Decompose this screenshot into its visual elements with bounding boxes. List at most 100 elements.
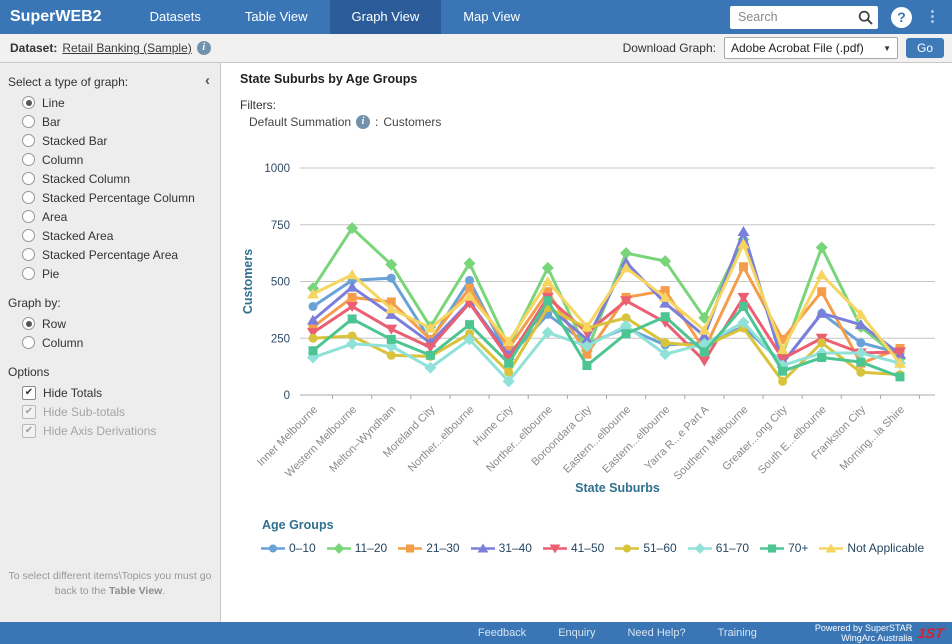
graph-by-option-column[interactable]: Column [0,333,220,352]
x-axis-title: State Suburbs [575,481,660,495]
graph-type-option-stacked-percentage-column[interactable]: Stacked Percentage Column [0,188,220,207]
footer-links: Feedback Enquiry Need Help? Training [478,627,757,639]
option-hide-axis-derivations: ✔ Hide Axis Derivations [0,421,220,440]
legend-label: 11–20 [355,541,387,555]
powered-by-line1: Powered by SuperSTAR [815,623,912,633]
data-point [817,338,826,347]
radio-icon [22,248,35,261]
radio-icon [22,153,35,166]
tab-map-view[interactable]: Map View [441,0,542,34]
data-point [896,372,905,381]
download-controls: Download Graph: Adobe Acrobat File (.pdf… [623,34,944,62]
legend-item-70+: 70+ [760,541,808,555]
legend-item-0-10: 0–10 [261,541,316,555]
data-point [348,314,357,323]
search-icon[interactable] [858,10,873,25]
x-category-label: Southern Melbourne [672,404,751,483]
collapse-sidebar-icon[interactable]: ‹ [205,73,210,88]
option-label: Line [42,96,65,110]
footer-link-need-help[interactable]: Need Help? [627,627,685,639]
data-point [739,302,748,311]
data-point [269,544,277,552]
search-input[interactable] [730,10,878,24]
legend-item-31-40: 31–40 [471,541,532,555]
option-label: Bar [42,115,61,129]
data-point [768,544,776,552]
data-point [816,241,828,253]
checkbox-icon: ✔ [22,424,36,438]
filter-name: Default Summation [249,115,351,129]
graph-type-option-pie[interactable]: Pie [0,264,220,283]
graph-type-option-stacked-percentage-area[interactable]: Stacked Percentage Area [0,245,220,264]
sidebar: Select a type of graph: ‹ Line Bar Stacked… [0,63,221,622]
option-label: Pie [42,267,59,281]
filter-value: Customers [383,115,441,129]
footer-bar: Feedback Enquiry Need Help? Training Powere… [0,622,952,644]
option-label: Column [42,153,83,167]
graph-type-option-stacked-column[interactable]: Stacked Column [0,169,220,188]
graph-type-option-column[interactable]: Column [0,150,220,169]
x-category-label: Western Melbourne [283,404,359,480]
y-tick-label: 500 [271,277,290,289]
graph-type-label: Select a type of graph: [8,75,128,89]
legend-marker-icon [543,542,567,555]
x-category-label: Eastern...elbourne [561,404,633,476]
graph-type-option-line[interactable]: Line [0,93,220,112]
overflow-menu-icon[interactable]: ⋮ [925,0,940,34]
download-format-select[interactable]: Adobe Acrobat File (.pdf) ▼ [724,37,898,59]
legend-item-11-20: 11–20 [327,541,387,555]
radio-icon [22,267,35,280]
option-label: Hide Sub-totals [43,405,125,419]
powered-by: Powered by SuperSTAR WingArc Australia [815,623,912,643]
graph-by-option-row[interactable]: Row [0,314,220,333]
help-icon[interactable]: ? [891,7,912,28]
footer-link-feedback[interactable]: Feedback [478,627,526,639]
data-point [817,287,826,296]
option-label: Stacked Percentage Column [42,191,195,205]
data-point [622,329,631,338]
data-point [309,334,318,343]
y-axis-title: Customers [241,249,255,314]
tab-table-view[interactable]: Table View [223,0,330,34]
nav-tabs: DatasetsTable ViewGraph ViewMap View [128,0,542,34]
dataset-info-icon[interactable]: i [197,41,211,55]
data-point [816,269,828,279]
search-box [730,6,878,29]
option-label: Hide Axis Derivations [43,424,156,438]
checkbox-icon: ✔ [22,405,36,419]
legend-label: 41–50 [571,541,604,555]
tab-datasets[interactable]: Datasets [128,0,223,34]
sidebar-note-bold: Table View [109,585,162,597]
footer-link-training[interactable]: Training [718,627,757,639]
legend-marker-icon [615,542,639,555]
app-logo: SuperWEB2 [0,0,114,34]
data-point [856,368,865,377]
legend-label: 51–60 [643,541,676,555]
footer-link-enquiry[interactable]: Enquiry [558,627,595,639]
legend: 0–1011–2021–3031–4041–5051–6061–7070+Not… [261,541,941,555]
legend-label: 31–40 [499,541,532,555]
legend-label: 70+ [788,541,808,555]
filter-info-icon[interactable]: i [356,115,370,129]
data-point [465,276,474,285]
graph-type-option-stacked-area[interactable]: Stacked Area [0,226,220,245]
data-point [406,544,414,552]
graph-type-option-area[interactable]: Area [0,207,220,226]
graph-type-option-stacked-bar[interactable]: Stacked Bar [0,131,220,150]
x-category-label: Eastern...elbourne [600,404,672,476]
legend-marker-icon [688,542,712,555]
dataset-link[interactable]: Retail Banking (Sample) [62,41,191,55]
option-label: Row [42,317,66,331]
data-point [426,351,435,360]
legend-item-41-50: 41–50 [543,541,604,555]
go-button[interactable]: Go [906,38,944,58]
graph-type-option-bar[interactable]: Bar [0,112,220,131]
options-label: Options [8,365,212,379]
option-hide-totals[interactable]: ✔Hide Totals [0,383,220,402]
tab-graph-view[interactable]: Graph View [330,0,442,34]
x-category-label: Norther...elbourne [484,404,555,475]
option-label: Column [42,336,83,350]
sidebar-note: To select different items\Topics you mus… [8,569,212,601]
filters-label: Filters: [240,98,276,112]
legend-marker-icon [471,542,495,555]
